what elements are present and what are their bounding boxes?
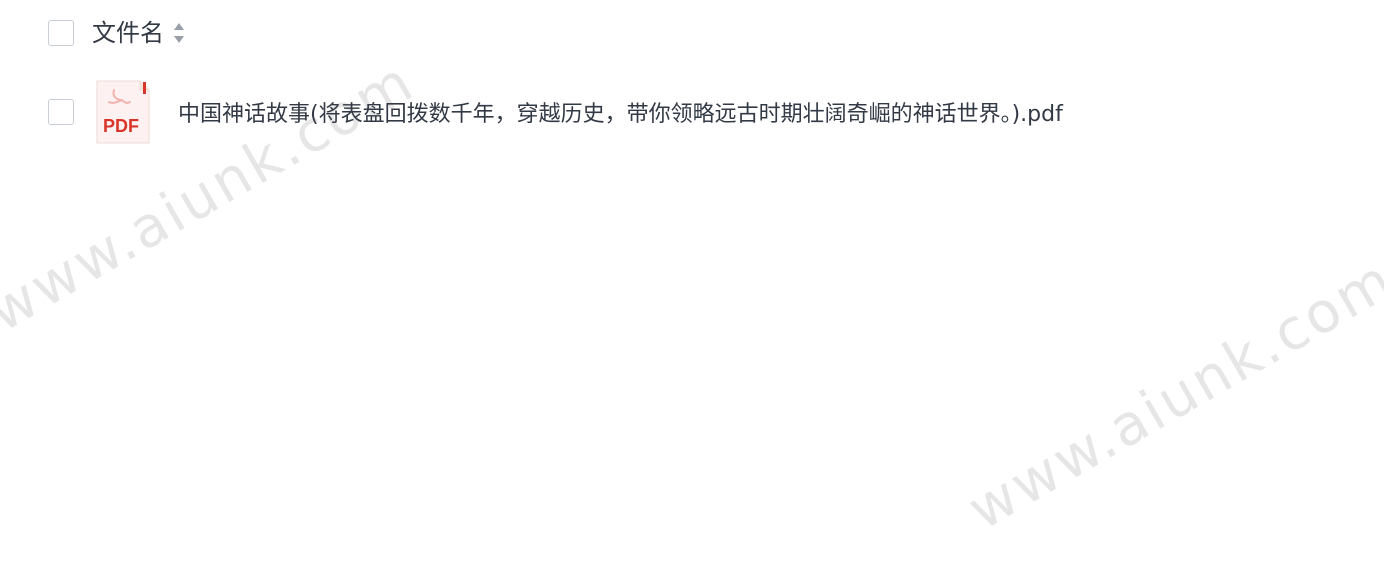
file-list-page: www.aiunk.com www.aiunk.com 文件名 PDF 中国神话…: [0, 0, 1384, 588]
column-title-filename: 文件名: [92, 19, 164, 47]
table-row[interactable]: PDF 中国神话故事(将表盘回拨数千年，穿越历史，带你领略远古时期壮阔奇崛的神话…: [48, 80, 1063, 144]
pdf-file-icon: PDF: [96, 80, 150, 144]
file-name-link[interactable]: 中国神话故事(将表盘回拨数千年，穿越历史，带你领略远古时期壮阔奇崛的神话世界。)…: [178, 96, 1063, 128]
watermark: www.aiunk.com: [957, 246, 1384, 543]
sort-icon[interactable]: [172, 20, 186, 46]
select-all-checkbox[interactable]: [48, 20, 74, 46]
table-header: 文件名: [48, 18, 186, 48]
pdf-type-label: PDF: [103, 116, 139, 136]
row-checkbox[interactable]: [48, 99, 74, 125]
